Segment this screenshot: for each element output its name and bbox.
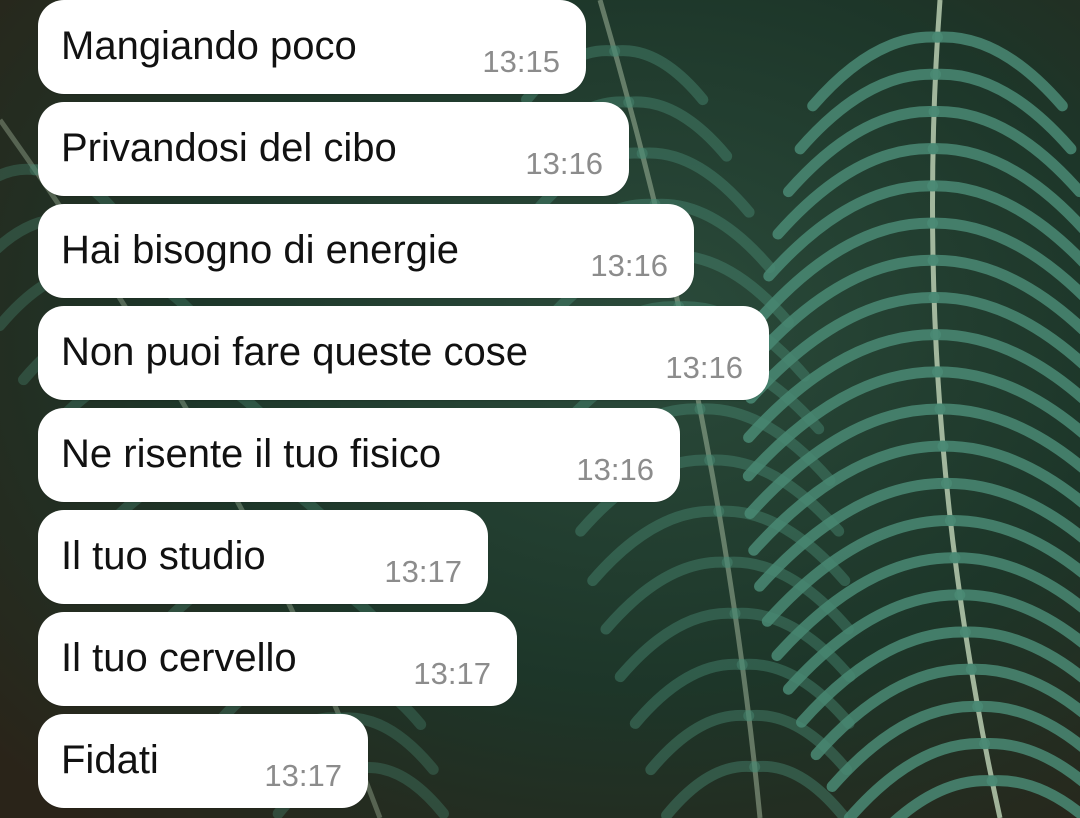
message-timestamp: 13:17 [264,758,342,793]
message-text: Ne risente il tuo fisico [61,432,442,476]
message-text: Privandosi del cibo [61,126,397,170]
message-timestamp: 13:16 [525,146,603,181]
message-timestamp: 13:17 [413,656,491,691]
message-text: Il tuo studio [61,534,266,578]
message-text: Il tuo cervello [61,636,297,680]
message-timestamp: 13:16 [576,452,654,487]
message-bubble[interactable]: Non puoi fare queste cose 13:16 [38,306,769,400]
message-bubble[interactable]: Privandosi del cibo 13:16 [38,102,629,196]
message-text: Hai bisogno di energie [61,228,460,272]
message-text: Fidati [61,738,159,782]
message-timestamp: 13:16 [590,248,668,283]
message-bubble[interactable]: Hai bisogno di energie 13:16 [38,204,694,298]
message-bubble[interactable]: Ne risente il tuo fisico 13:16 [38,408,680,502]
message-text: Mangiando poco [61,24,357,68]
message-bubble[interactable]: Mangiando poco 13:15 [38,0,586,94]
message-bubble[interactable]: Il tuo cervello 13:17 [38,612,517,706]
message-timestamp: 13:17 [384,554,462,589]
message-text: Non puoi fare queste cose [61,330,528,374]
message-bubble[interactable]: Il tuo studio 13:17 [38,510,488,604]
message-timestamp: 13:15 [482,44,560,79]
message-bubble[interactable]: Fidati 13:17 [38,714,368,808]
message-timestamp: 13:16 [665,350,743,385]
chat-thread[interactable]: Mangiando poco 13:15 Privandosi del cibo… [0,0,1080,818]
